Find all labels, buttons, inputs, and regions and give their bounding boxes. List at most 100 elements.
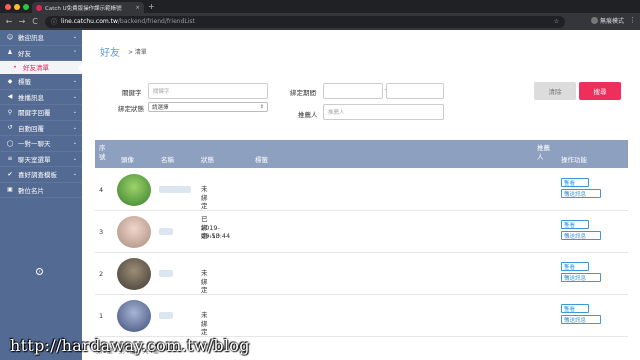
checkbox-icon: ✔ — [7, 170, 13, 178]
sidebar-item-keyword-reply[interactable]: ⚲ 關鍵字回覆 ⌄ — [0, 105, 82, 121]
sidebar-item-broadcast[interactable]: ◀ 推播訊息 ⌄ — [0, 90, 82, 105]
chevron-down-icon: ⌄ — [72, 124, 77, 131]
smile-icon: ☺ — [6, 33, 14, 41]
incognito-label: 無痕模式 — [599, 18, 624, 25]
tab-close-icon[interactable]: × — [135, 5, 140, 11]
view-label: 查看 — [564, 222, 576, 229]
sidebar-item-survey-template[interactable]: ✔ 喜好調查模板 ⌄ — [0, 167, 82, 183]
sidebar-item-chat-menu[interactable]: ≡ 聊天室選單 ⌄ — [0, 152, 82, 167]
sidebar-item-label: 歡迎訊息 — [18, 34, 44, 43]
blurred-name — [159, 270, 173, 277]
status-text: 未綁定 — [201, 269, 208, 294]
chevron-up-icon: ⌃ — [72, 49, 77, 56]
tab-bar: Catch U免費版操作課示範帳號 × + — [0, 0, 640, 13]
url-host: line.catchu.com.tw — [61, 18, 118, 25]
sidebar: ☺ 歡迎訊息 ⌄ ♟ 好友 ⌃ • 好友清單 ◆ 標籤 ⌄ ◀ 推播訊息 ⌄ ⚲… — [0, 30, 82, 360]
key-icon: ⚲ — [7, 108, 13, 116]
sidebar-item-label: 自動回覆 — [18, 124, 44, 133]
search-button[interactable]: 搜尋 — [579, 82, 621, 100]
col-actions: 操作功能 — [561, 156, 587, 164]
sidebar-item-label: 聊天室選單 — [18, 155, 51, 164]
chevron-down-icon: ⌄ — [72, 155, 77, 162]
view-button[interactable]: ✎ 查看 — [561, 178, 589, 187]
avatar — [117, 258, 151, 290]
bind-status-label: 綁定狀態 — [118, 105, 144, 113]
table-row: 2 未綁定 ✎ 查看 ✎ 傳送訊息 — [95, 253, 628, 295]
referrer-label: 推薦人 — [298, 111, 318, 119]
blurred-name — [159, 186, 191, 193]
address-bar-row: ← → C ⓘ line.catchu.com.tw /backend/frie… — [0, 13, 640, 30]
bookmark-star-icon[interactable]: ☆ — [554, 18, 559, 25]
send-message-button[interactable]: ✎ 傳送訊息 — [561, 315, 601, 324]
view-button[interactable]: ✎ 查看 — [561, 304, 589, 313]
row-no: 2 — [99, 270, 104, 278]
bullet-icon: • — [13, 63, 17, 71]
sidebar-item-welcome[interactable]: ☺ 歡迎訊息 ⌄ — [0, 30, 82, 46]
avatar — [117, 174, 151, 206]
sidebar-item-one-on-one-chat[interactable]: ◯ 一對一聊天 ⌄ — [0, 136, 82, 152]
maximize-window-button[interactable] — [23, 4, 29, 10]
keyword-input[interactable]: 關鍵字 — [148, 83, 268, 99]
send-label: 傳送訊息 — [564, 233, 587, 240]
new-tab-button[interactable]: + — [148, 2, 155, 11]
sidebar-item-auto-reply[interactable]: ↺ 自動回覆 ⌄ — [0, 121, 82, 136]
window-controls — [5, 4, 29, 10]
send-message-button[interactable]: ✎ 傳送訊息 — [561, 273, 601, 282]
keyword-label: 關鍵字 — [122, 89, 142, 97]
row-no: 3 — [99, 228, 104, 236]
send-message-button[interactable]: ✎ 傳送訊息 — [561, 189, 601, 198]
back-icon[interactable]: ← — [5, 17, 13, 26]
col-avatar: 頭像 — [121, 156, 134, 164]
chevron-down-icon: ⌄ — [72, 93, 77, 100]
chevron-down-icon: ⌄ — [72, 34, 77, 41]
col-status: 狀態 — [201, 156, 214, 164]
menu-icon: ≡ — [7, 155, 13, 163]
reload-icon[interactable]: C — [31, 17, 39, 26]
clear-button[interactable]: 清除 — [534, 82, 576, 100]
view-button[interactable]: ✎ 查看 — [561, 220, 589, 229]
sidebar-item-business-card[interactable]: ▣ 數位名片 — [0, 183, 82, 198]
sidebar-item-label: 好友 — [18, 49, 31, 58]
site-info-icon[interactable]: ⓘ — [51, 17, 57, 26]
browser-menu-icon[interactable]: ⋮ — [629, 16, 636, 24]
sidebar-item-tags[interactable]: ◆ 標籤 ⌄ — [0, 74, 82, 90]
avatar — [117, 300, 151, 332]
close-window-button[interactable] — [5, 4, 11, 10]
chevron-down-icon: ⌄ — [72, 109, 77, 116]
users-icon: ♟ — [7, 49, 13, 57]
status-text: 未綁定 — [201, 185, 208, 210]
referrer-input[interactable]: 推薦人 — [323, 104, 444, 120]
chevron-down-icon: ⌄ — [72, 140, 77, 147]
view-label: 查看 — [564, 264, 576, 271]
browser-tab[interactable]: Catch U免費版操作課示範帳號 × — [32, 2, 144, 13]
tab-title: Catch U免費版操作課示範帳號 — [45, 5, 122, 12]
send-message-button[interactable]: ✎ 傳送訊息 — [561, 231, 601, 240]
sidebar-item-friends[interactable]: ♟ 好友 ⌃ — [0, 46, 82, 61]
view-button[interactable]: ✎ 查看 — [561, 262, 589, 271]
bind-status-select[interactable]: 請選擇 ⇕ — [148, 102, 268, 112]
incognito-indicator[interactable]: 無痕模式 — [590, 16, 624, 25]
minimize-window-button[interactable] — [14, 4, 20, 10]
incognito-icon — [590, 17, 598, 24]
table-row: 3 已綁定 2019-09-10 15:53:44 ✎ 查看 ✎ 傳送訊息 — [95, 211, 628, 253]
page-title: 好友 — [100, 48, 120, 59]
bind-status-value: 請選擇 — [152, 105, 169, 111]
select-arrows-icon: ⇕ — [259, 104, 264, 110]
row-no: 4 — [99, 186, 104, 194]
send-label: 傳送訊息 — [564, 317, 587, 324]
col-name: 名稱 — [161, 156, 174, 164]
collapse-sidebar-icon[interactable]: ‹ — [36, 268, 43, 275]
view-label: 查看 — [564, 180, 576, 187]
sidebar-item-label: 標籤 — [18, 78, 31, 87]
forward-icon[interactable]: → — [18, 17, 26, 26]
blurred-name — [159, 228, 173, 235]
url-field[interactable]: ⓘ line.catchu.com.tw /backend/friend/fri… — [45, 15, 565, 28]
table-header: 序號 頭像 名稱 狀態 標籤 推薦人 操作功能 — [95, 140, 628, 168]
period-end-input[interactable] — [386, 83, 444, 99]
card-icon: ▣ — [7, 186, 13, 194]
tag-icon: ◆ — [7, 77, 13, 85]
watermark: http://hardaway.com.tw/blog — [10, 336, 250, 355]
period-start-input[interactable] — [323, 83, 383, 99]
sidebar-item-friend-list[interactable]: • 好友清單 — [0, 61, 82, 74]
sidebar-item-label: 推播訊息 — [18, 93, 44, 102]
